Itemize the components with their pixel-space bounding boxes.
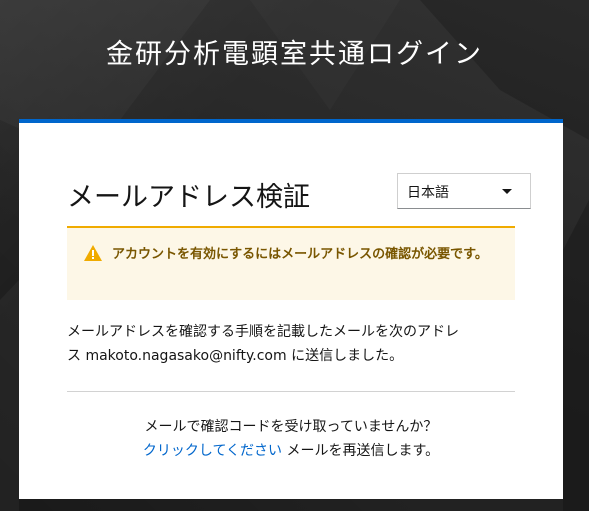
- warning-alert: アカウントを有効にするにはメールアドレスの確認が必要です。: [67, 226, 515, 300]
- info-text: メールアドレスを確認する手順を記載したメールを次のアドレ ス makoto.na…: [67, 320, 527, 368]
- info-line-1: メールアドレスを確認する手順を記載したメールを次のアドレ: [67, 324, 459, 340]
- title-row: メールアドレス検証 日本語: [67, 173, 531, 213]
- resend-line: クリックしてください メールを再送信します。: [67, 439, 515, 463]
- language-select-value: 日本語: [407, 185, 449, 201]
- warning-icon: [84, 245, 102, 261]
- page-title: メールアドレス検証: [67, 182, 310, 213]
- resend-question: メールで確認コードを受け取っていませんか？: [144, 419, 438, 435]
- app-header-title: 金研分析電顕室共通ログイン: [106, 39, 483, 70]
- resend-section: メールで確認コードを受け取っていませんか？ クリックしてください メールを再送信…: [67, 415, 515, 463]
- resend-suffix: メールを再送信します。: [282, 443, 440, 459]
- alert-message: アカウントを有効にするにはメールアドレスの確認が必要です。: [112, 247, 488, 262]
- resend-link[interactable]: クリックしてください: [143, 443, 282, 459]
- caret-down-icon: [502, 189, 512, 194]
- login-card: メールアドレス検証 日本語 アカウントを有効にするにはメールアドレスの確認が必要…: [19, 119, 563, 499]
- language-select[interactable]: 日本語: [397, 173, 531, 209]
- divider: [67, 391, 515, 392]
- info-line-2: ス makoto.nagasako@nifty.com に送信しました。: [67, 348, 404, 364]
